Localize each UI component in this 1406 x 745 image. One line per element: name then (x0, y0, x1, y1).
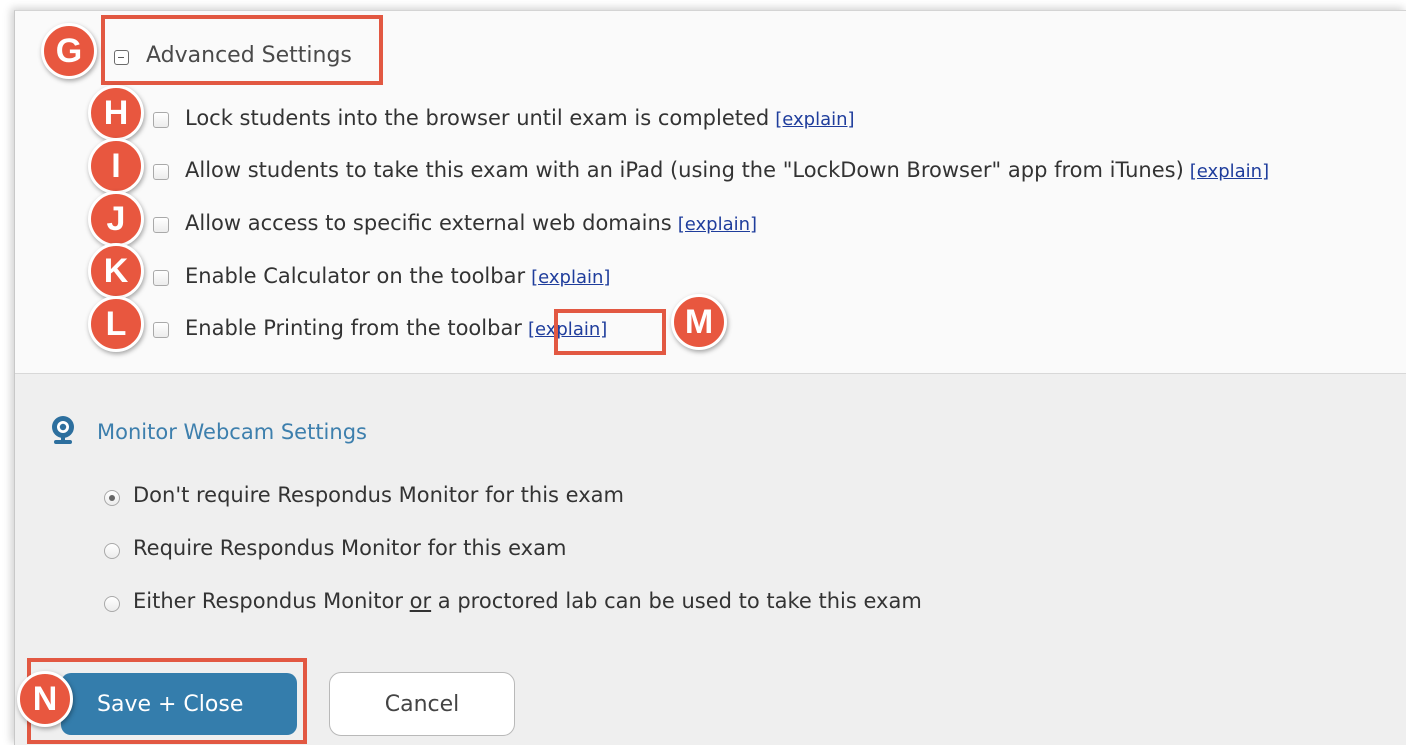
option-printing: Enable Printing from the toolbar [explain… (185, 316, 607, 340)
explain-link[interactable]: [explain] (678, 214, 757, 235)
option-label: Allow access to specific external web do… (185, 211, 672, 235)
callout-k: K (88, 243, 144, 299)
explain-link[interactable]: [explain] (1190, 161, 1269, 182)
callout-h: H (88, 85, 144, 141)
highlight-advanced-settings (101, 15, 383, 85)
checkbox-calculator[interactable] (153, 270, 169, 286)
option-allow-ipad: Allow students to take this exam with an… (185, 158, 1269, 182)
settings-dialog: Advanced Settings Lock students into the… (14, 10, 1406, 745)
explain-link[interactable]: [explain] (775, 109, 854, 130)
explain-link[interactable]: [explain] (531, 267, 610, 288)
option-label: Enable Printing from the toolbar (185, 316, 522, 340)
callout-j: J (88, 191, 144, 247)
callout-l: L (88, 296, 144, 352)
callout-m: M (671, 294, 727, 350)
cancel-button[interactable]: Cancel (329, 672, 515, 736)
highlight-explain-printing (554, 309, 666, 355)
radio-require-monitor[interactable] (104, 543, 120, 559)
radio-label-require-monitor: Require Respondus Monitor for this exam (133, 536, 567, 560)
option-label: Enable Calculator on the toolbar (185, 264, 526, 288)
checkbox-printing[interactable] (153, 322, 169, 338)
option-label: Allow students to take this exam with an… (185, 158, 1184, 182)
option-lock-browser: Lock students into the browser until exa… (185, 106, 855, 130)
callout-g: G (41, 23, 97, 79)
label-part: a proctored lab can be used to take this… (431, 589, 922, 613)
option-external-domains: Allow access to specific external web do… (185, 211, 757, 235)
checkbox-lock-browser[interactable] (153, 112, 169, 128)
webcam-icon (52, 416, 74, 444)
radio-monitor-or-lab[interactable] (104, 596, 120, 612)
checkbox-allow-ipad[interactable] (153, 164, 169, 180)
option-calculator: Enable Calculator on the toolbar [explain… (185, 264, 610, 288)
webcam-settings-title[interactable]: Monitor Webcam Settings (97, 420, 367, 444)
radio-label-monitor-or-lab: Either Respondus Monitor or a proctored … (133, 589, 922, 613)
label-part: Either Respondus Monitor (133, 589, 410, 613)
radio-label-no-monitor: Don't require Respondus Monitor for this… (133, 483, 624, 507)
radio-no-monitor[interactable] (104, 490, 120, 506)
option-label: Lock students into the browser until exa… (185, 106, 770, 130)
callout-i: I (88, 138, 144, 194)
label-emphasis: or (409, 589, 432, 613)
checkbox-external-domains[interactable] (153, 217, 169, 233)
callout-n: N (17, 671, 73, 727)
